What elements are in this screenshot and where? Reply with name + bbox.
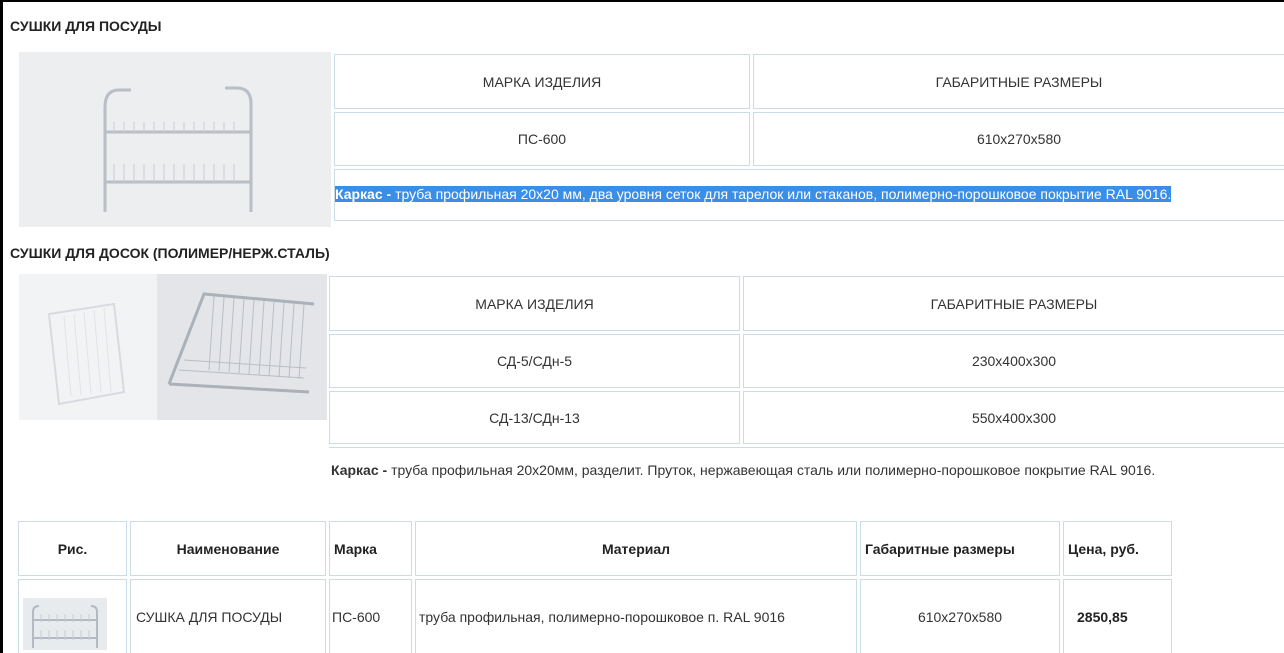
- price-row1-material: труба профильная, полимерно-порошковое п…: [415, 579, 857, 653]
- price-header-material: Материал: [415, 521, 857, 576]
- price-header-price: Цена, руб.: [1063, 521, 1172, 576]
- section-title-board-dryers: СУШКИ ДЛЯ ДОСОК (ПОЛИМЕР/НЕРЖ.СТАЛЬ): [10, 245, 330, 261]
- dish-dryer-photo: [19, 52, 331, 227]
- section-title-dish-dryers: СУШКИ ДЛЯ ПОСУДЫ: [10, 18, 162, 34]
- s2-description-text: труба профильная 20x20мм, разделит. Прут…: [387, 462, 1156, 478]
- price-header-pic: Рис.: [18, 521, 127, 576]
- s2-description-bold: Каркас -: [331, 462, 388, 478]
- board-dryer-photo: [19, 274, 327, 420]
- window-top-border: [0, 0, 1284, 2]
- s2-row1-model: СД-5/СДн-5: [329, 334, 740, 388]
- s2-row2-dims: 550x400x300: [743, 391, 1284, 444]
- price-header-name: Наименование: [130, 521, 326, 576]
- window-left-border: [0, 0, 3, 653]
- dish-dryer-icon: [19, 52, 331, 227]
- price-row1-dims: 610x270x580: [860, 579, 1060, 653]
- s1-description-bold: Каркас -: [335, 186, 392, 202]
- s1-row1-model: ПС-600: [334, 112, 750, 166]
- s1-header-model: МАРКА ИЗДЕЛИЯ: [334, 54, 750, 109]
- s1-row1-dims: 610x270x580: [753, 112, 1284, 166]
- s1-description[interactable]: Каркас - труба профильная 20x20 мм, два …: [335, 186, 1172, 202]
- s2-header-dims: ГАБАРИТНЫЕ РАЗМЕРЫ: [743, 276, 1284, 331]
- price-header-model: Марка: [329, 521, 412, 576]
- price-row1-name: СУШКА ДЛЯ ПОСУДЫ: [130, 579, 326, 653]
- price-row1-price: 2850,85: [1063, 579, 1172, 653]
- price-row1-pic: [18, 579, 127, 653]
- dish-dryer-thumbnail-icon: [23, 598, 107, 650]
- s2-row2-model: СД-13/СДн-13: [329, 391, 740, 444]
- s2-header-model: МАРКА ИЗДЕЛИЯ: [329, 276, 740, 331]
- s2-description: Каркас - труба профильная 20x20мм, разде…: [331, 462, 1155, 478]
- price-row1-model: ПС-600: [329, 579, 412, 653]
- board-dryer-icon: [19, 274, 327, 420]
- s1-description-text: труба профильная 20x20 мм, два уровня се…: [391, 186, 1172, 202]
- s1-header-dims: ГАБАРИТНЫЕ РАЗМЕРЫ: [753, 54, 1284, 109]
- s2-row1-dims: 230x400x300: [743, 334, 1284, 388]
- price-header-dims: Габаритные размеры: [860, 521, 1060, 576]
